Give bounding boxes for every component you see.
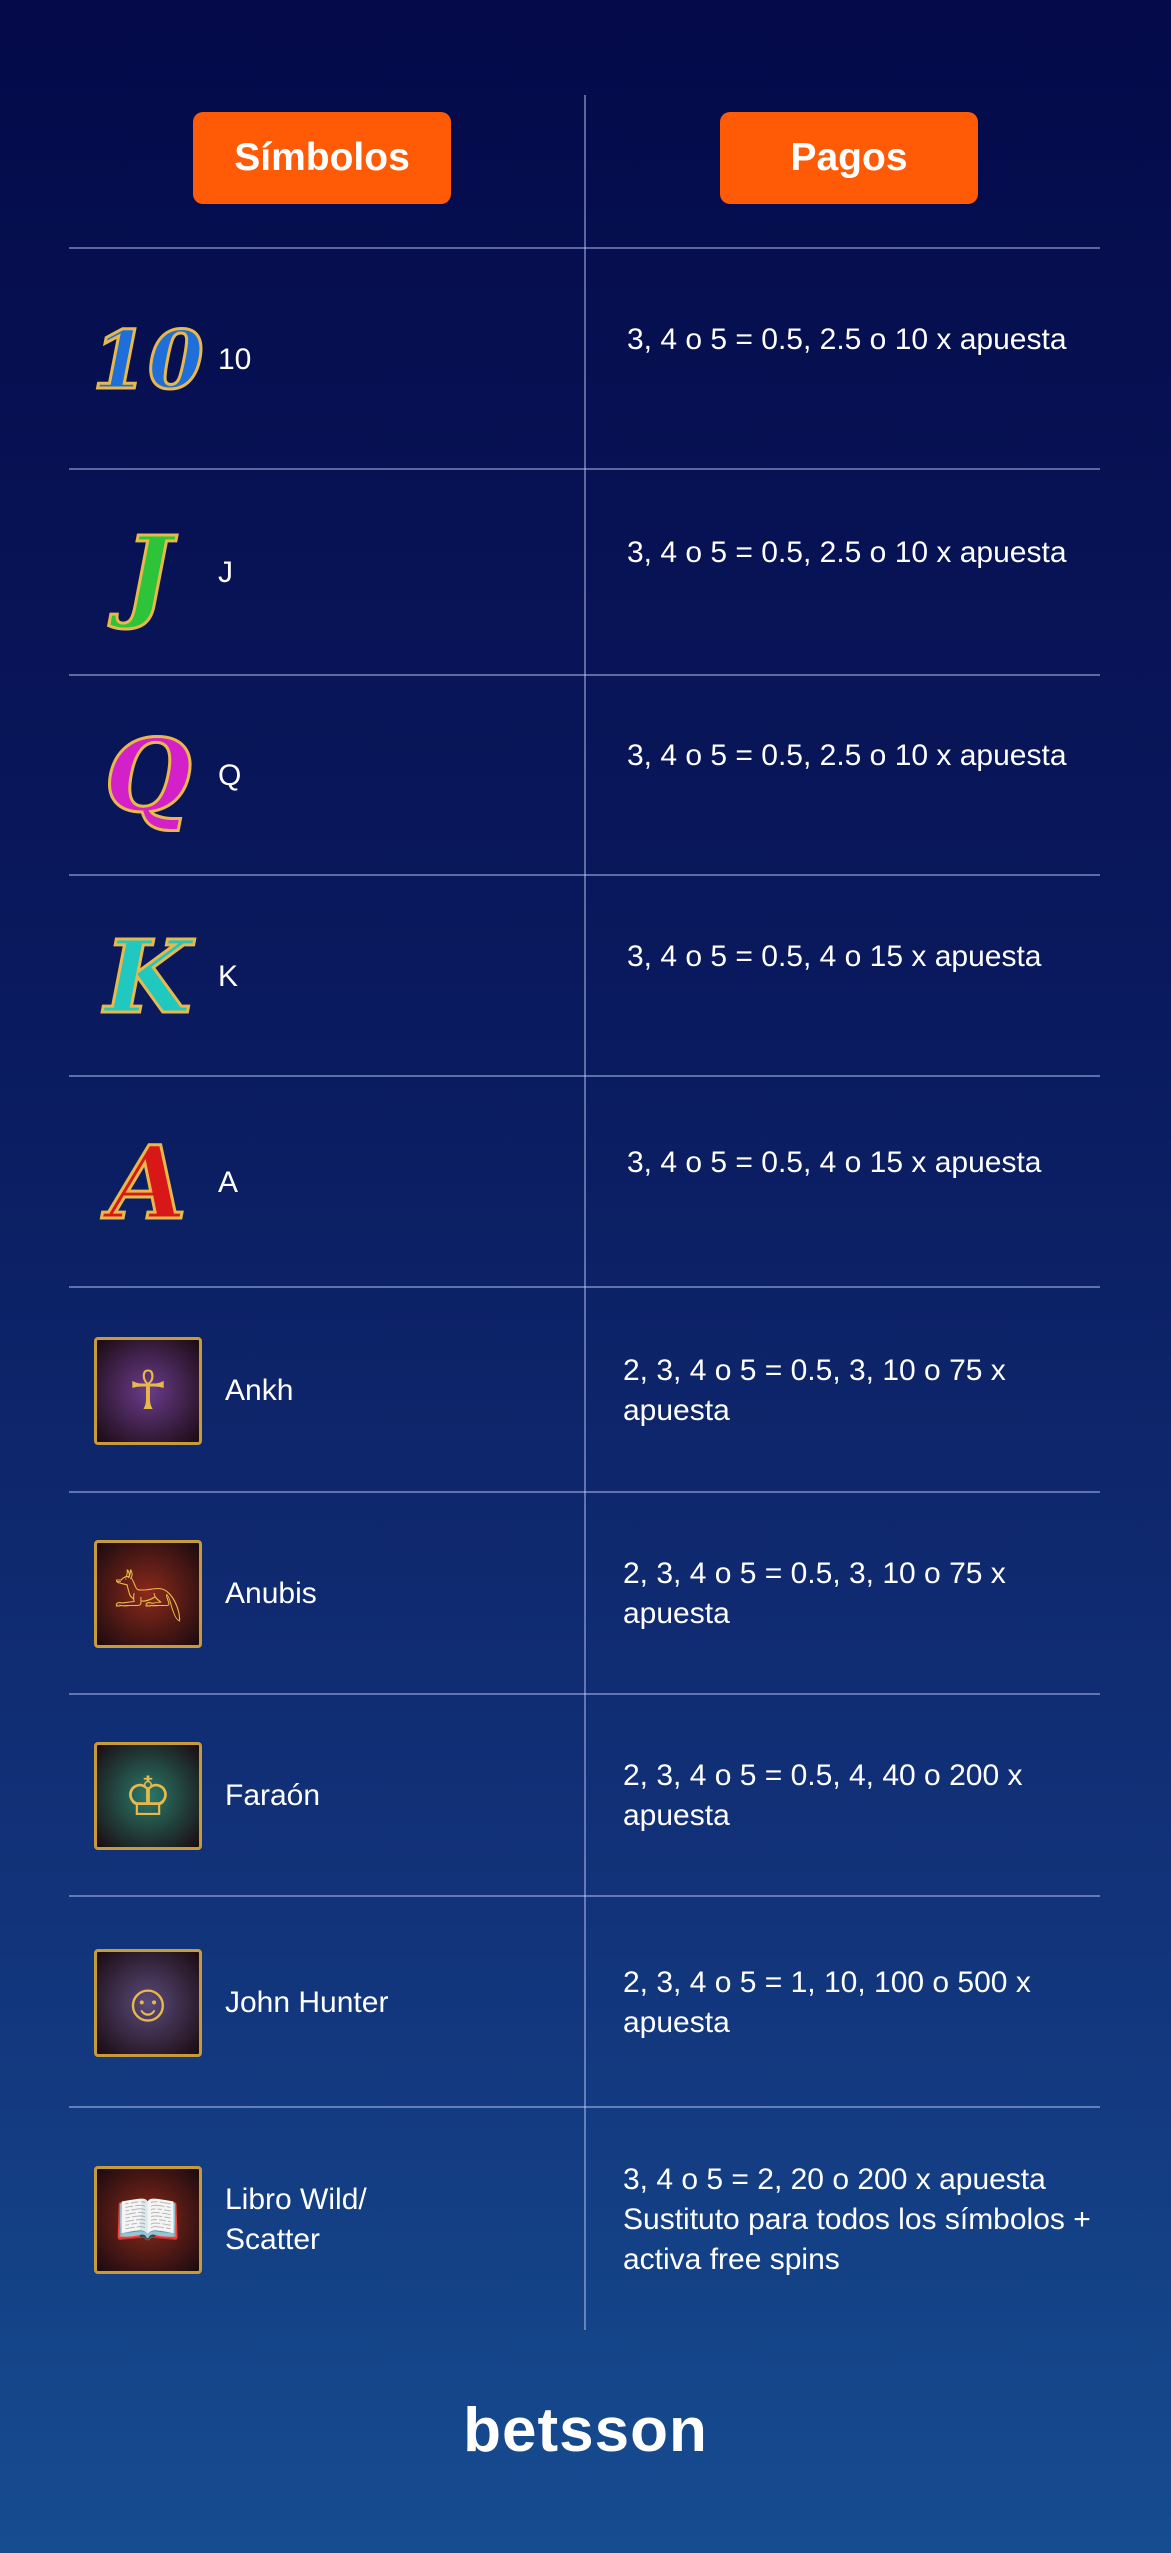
j-icon: J	[123, 514, 173, 632]
pharaoh-icon: ♔	[93, 1741, 203, 1851]
payout-text: 3, 4 o 5 = 0.5, 2.5 o 10 x apuesta	[627, 322, 1067, 356]
symbol-name: A	[218, 1165, 239, 1199]
symbol-name: Anubis	[225, 1577, 317, 1610]
table-row: J J 3, 4 o 5 = 0.5, 2.5 o 10 x apuesta	[69, 470, 1100, 676]
payout-text: 2, 3, 4 o 5 = 0.5, 4, 40 o 200 x apuesta	[623, 1759, 1023, 1832]
betsson-logo: betsson	[463, 2396, 708, 2465]
book-icon: 📖	[93, 2165, 203, 2275]
table-row: K K 3, 4 o 5 = 0.5, 4 o 15 x apuesta	[69, 876, 1100, 1077]
symbol-name: Libro Wild/ Scatter	[225, 2183, 367, 2256]
symbol-name: K	[218, 959, 239, 993]
symbol-name: Ankh	[225, 1373, 294, 1407]
ten-icon: 10	[91, 312, 205, 407]
anubis-icon: 𓃢	[93, 1539, 203, 1649]
payout-text: 3, 4 o 5 = 0.5, 2.5 o 10 x apuesta	[627, 536, 1067, 569]
symbol-name: 10	[218, 342, 252, 376]
table-row: ☥ Ankh 2, 3, 4 o 5 = 0.5, 3, 10 o 75 x apu…	[69, 1288, 1100, 1493]
payout-text: 3, 4 o 5 = 0.5, 4 o 15 x apuesta	[627, 1145, 1042, 1179]
table-row: 10 10 3, 4 o 5 = 0.5, 2.5 o 10 x apuesta	[69, 249, 1100, 470]
table-row: Q Q 3, 4 o 5 = 0.5, 2.5 o 10 x apuesta	[69, 676, 1100, 876]
table-row: ☺ John Hunter 2, 3, 4 o 5 = 1, 10, 100 o 5…	[69, 1897, 1100, 2108]
john-hunter-icon: ☺	[93, 1948, 203, 2058]
payout-text: 3, 4 o 5 = 0.5, 4 o 15 x apuesta	[627, 939, 1042, 973]
symbol-name: Faraón	[225, 1779, 321, 1812]
symbol-name: J	[218, 556, 233, 589]
payout-text: 2, 3, 4 o 5 = 1, 10, 100 o 500 x apuesta	[623, 1965, 1031, 2039]
payout-text: 2, 3, 4 o 5 = 0.5, 3, 10 o 75 x apuesta	[623, 1557, 1006, 1630]
k-icon: K	[103, 917, 193, 1036]
payout-text: 2, 3, 4 o 5 = 0.5, 3, 10 o 75 x apuesta	[623, 1353, 1006, 1427]
header-symbols-button: Símbolos	[193, 112, 451, 204]
header-payouts-button: Pagos	[720, 112, 978, 204]
q-icon: Q	[103, 717, 193, 835]
table-row: 📖 Libro Wild/ Scatter 3, 4 o 5 = 2, 20 o 2…	[69, 2108, 1100, 2332]
a-icon: A	[108, 1123, 189, 1242]
payout-text: 3, 4 o 5 = 2, 20 o 200 x apuesta Sustitu…	[623, 2163, 1091, 2276]
symbol-name: Q	[218, 759, 242, 792]
table-row: A A 3, 4 o 5 = 0.5, 4 o 15 x apuesta	[69, 1077, 1100, 1288]
payout-text: 3, 4 o 5 = 0.5, 2.5 o 10 x apuesta	[627, 739, 1067, 772]
ankh-icon: ☥	[93, 1336, 203, 1446]
table-row: 𓃢 Anubis 2, 3, 4 o 5 = 0.5, 3, 10 o 75 x a…	[69, 1493, 1100, 1695]
table-row: ♔ Faraón 2, 3, 4 o 5 = 0.5, 4, 40 o 200 x …	[69, 1695, 1100, 1897]
symbol-name: John Hunter	[225, 1985, 389, 2019]
